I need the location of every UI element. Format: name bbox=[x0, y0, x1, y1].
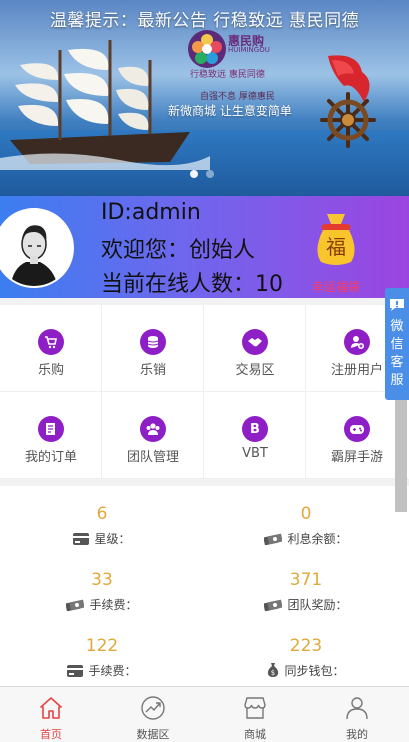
money-icon bbox=[264, 533, 283, 545]
grid-item-label: 霸屏手游 bbox=[330, 450, 383, 465]
scrollbar[interactable] bbox=[395, 400, 407, 512]
grid-item-lexiao[interactable]: 乐销 bbox=[102, 305, 204, 392]
tab-label: 数据区 bbox=[136, 728, 170, 741]
stat-team-reward: 371 团队奖励： bbox=[204, 552, 408, 618]
stat-fee-2: 122 手续费： bbox=[0, 618, 204, 684]
stat-label: 手续费： bbox=[88, 664, 137, 678]
carousel-dot[interactable] bbox=[190, 170, 198, 178]
card-icon bbox=[73, 533, 90, 545]
grid-item-label: 乐销 bbox=[139, 363, 166, 378]
wechat-service-char: 信 bbox=[390, 337, 404, 352]
carousel-dot[interactable] bbox=[206, 170, 214, 178]
banner-slogan-small: 行稳致远 惠民同德 bbox=[190, 70, 265, 80]
grid-item-vbt[interactable]: B VBT bbox=[204, 392, 306, 479]
stat-caption: 手续费： bbox=[0, 596, 204, 613]
home-icon bbox=[40, 697, 62, 719]
lucky-bag-icon: 福 bbox=[317, 214, 355, 265]
grid-item-games[interactable]: 霸屏手游 bbox=[306, 392, 408, 479]
chat-bubble-icon bbox=[390, 299, 404, 311]
brand-logo-icon bbox=[188, 30, 226, 68]
carousel-dots bbox=[190, 170, 214, 178]
add-user-icon bbox=[344, 329, 370, 355]
tab-store[interactable]: 商城 bbox=[204, 687, 306, 742]
stat-caption: $ 同步钱包： bbox=[204, 662, 408, 679]
stat-caption: 团队奖励： bbox=[204, 596, 408, 613]
database-icon bbox=[140, 329, 166, 355]
user-portrait-image bbox=[0, 210, 72, 286]
handshake-icon bbox=[242, 329, 268, 355]
grid-item-label: 团队管理 bbox=[126, 450, 179, 465]
feature-grid: 乐购 乐销 交易区 注册用户 我的订单 团队管理 B VBT 霸屏手游 bbox=[0, 305, 409, 479]
wechat-service-char: 服 bbox=[390, 373, 404, 388]
tab-label: 商城 bbox=[244, 728, 266, 741]
grid-item-trade[interactable]: 交易区 bbox=[204, 305, 306, 392]
stats-panel: 6 星级： 0 利息余额： 33 手续费： 371 团队奖励： 122 手续费：… bbox=[0, 486, 409, 686]
banner-carousel[interactable]: 温馨提示：最新公告 行稳致远 惠民同德 惠民购 HUIMINGOU 行稳致远 惠… bbox=[0, 0, 409, 196]
stat-value: 223 bbox=[289, 636, 323, 656]
chart-icon bbox=[141, 696, 165, 720]
svg-text:$: $ bbox=[271, 669, 275, 677]
card-icon bbox=[67, 665, 84, 677]
team-icon bbox=[140, 416, 166, 442]
tab-home[interactable]: 首页 bbox=[0, 687, 102, 742]
stat-fee-1: 33 手续费： bbox=[0, 552, 204, 618]
tab-data[interactable]: 数据区 bbox=[102, 687, 204, 742]
stat-value: 0 bbox=[300, 504, 312, 524]
bitcoin-icon: B bbox=[242, 416, 268, 442]
stat-label: 利息余额： bbox=[287, 532, 348, 546]
shopping-cart-icon bbox=[38, 329, 64, 355]
fortune-char: 福 bbox=[326, 235, 346, 259]
lucky-bag-label: 幸运福袋 bbox=[311, 280, 360, 294]
wechat-service-char: 微 bbox=[390, 319, 404, 334]
stat-caption: 星级： bbox=[0, 530, 204, 547]
store-icon bbox=[244, 697, 266, 719]
stat-label: 手续费： bbox=[89, 598, 138, 612]
tab-label: 我的 bbox=[346, 728, 368, 741]
user-panel: ID:admin 欢迎您：创始人 当前在线人数：10 福 幸运福袋 bbox=[0, 196, 409, 298]
user-id: ID:admin bbox=[101, 200, 201, 225]
tab-label: 首页 bbox=[40, 728, 62, 741]
lucky-bag-button[interactable]: 福 幸运福袋 bbox=[305, 208, 367, 294]
online-count: 当前在线人数：10 bbox=[101, 272, 283, 297]
ship-wheel-image bbox=[320, 92, 376, 148]
money-icon bbox=[66, 599, 85, 611]
stat-star-level: 6 星级： bbox=[0, 486, 204, 552]
money-bag-icon: $ bbox=[268, 663, 279, 677]
user-icon bbox=[346, 697, 368, 720]
grid-item-team[interactable]: 团队管理 bbox=[102, 392, 204, 479]
grid-item-label: VBT bbox=[242, 446, 268, 461]
stat-label: 团队奖励： bbox=[287, 598, 348, 612]
banner-slogan-main: 新微商城 让生意变简单 bbox=[168, 104, 292, 118]
stat-caption: 手续费： bbox=[0, 662, 204, 679]
stat-interest-balance: 0 利息余额： bbox=[204, 486, 408, 552]
gamepad-icon bbox=[344, 416, 370, 442]
wechat-service-button[interactable]: 微 信 客 服 bbox=[385, 288, 409, 400]
stat-caption: 利息余额： bbox=[204, 530, 408, 547]
grid-item-legou[interactable]: 乐购 bbox=[0, 305, 102, 392]
grid-item-label: 交易区 bbox=[235, 363, 275, 378]
welcome-text: 欢迎您：创始人 bbox=[101, 238, 256, 263]
stat-value: 371 bbox=[289, 570, 323, 590]
tab-mine[interactable]: 我的 bbox=[306, 687, 408, 742]
stat-sync-wallet: 223 $ 同步钱包： bbox=[204, 618, 408, 684]
bottom-tab-bar: 首页 数据区 商城 我的 bbox=[0, 686, 409, 742]
grid-item-label: 乐购 bbox=[37, 363, 64, 378]
wechat-service-char: 客 bbox=[390, 355, 404, 370]
money-icon bbox=[264, 599, 283, 611]
banner-slogan-mid: 自强不息 厚德惠民 bbox=[200, 92, 275, 102]
grid-item-label: 我的订单 bbox=[24, 450, 77, 465]
stat-label: 同步钱包： bbox=[284, 664, 345, 678]
stat-label: 星级： bbox=[94, 532, 131, 546]
stat-value: 33 bbox=[91, 570, 113, 590]
stat-value: 6 bbox=[96, 504, 108, 524]
stat-value: 122 bbox=[85, 636, 119, 656]
order-list-icon bbox=[38, 416, 64, 442]
grid-item-orders[interactable]: 我的订单 bbox=[0, 392, 102, 479]
avatar[interactable] bbox=[0, 208, 74, 288]
brand-name-en: HUIMINGOU bbox=[228, 46, 270, 54]
page: 温馨提示：最新公告 行稳致远 惠民同德 惠民购 HUIMINGOU 行稳致远 惠… bbox=[0, 0, 409, 742]
